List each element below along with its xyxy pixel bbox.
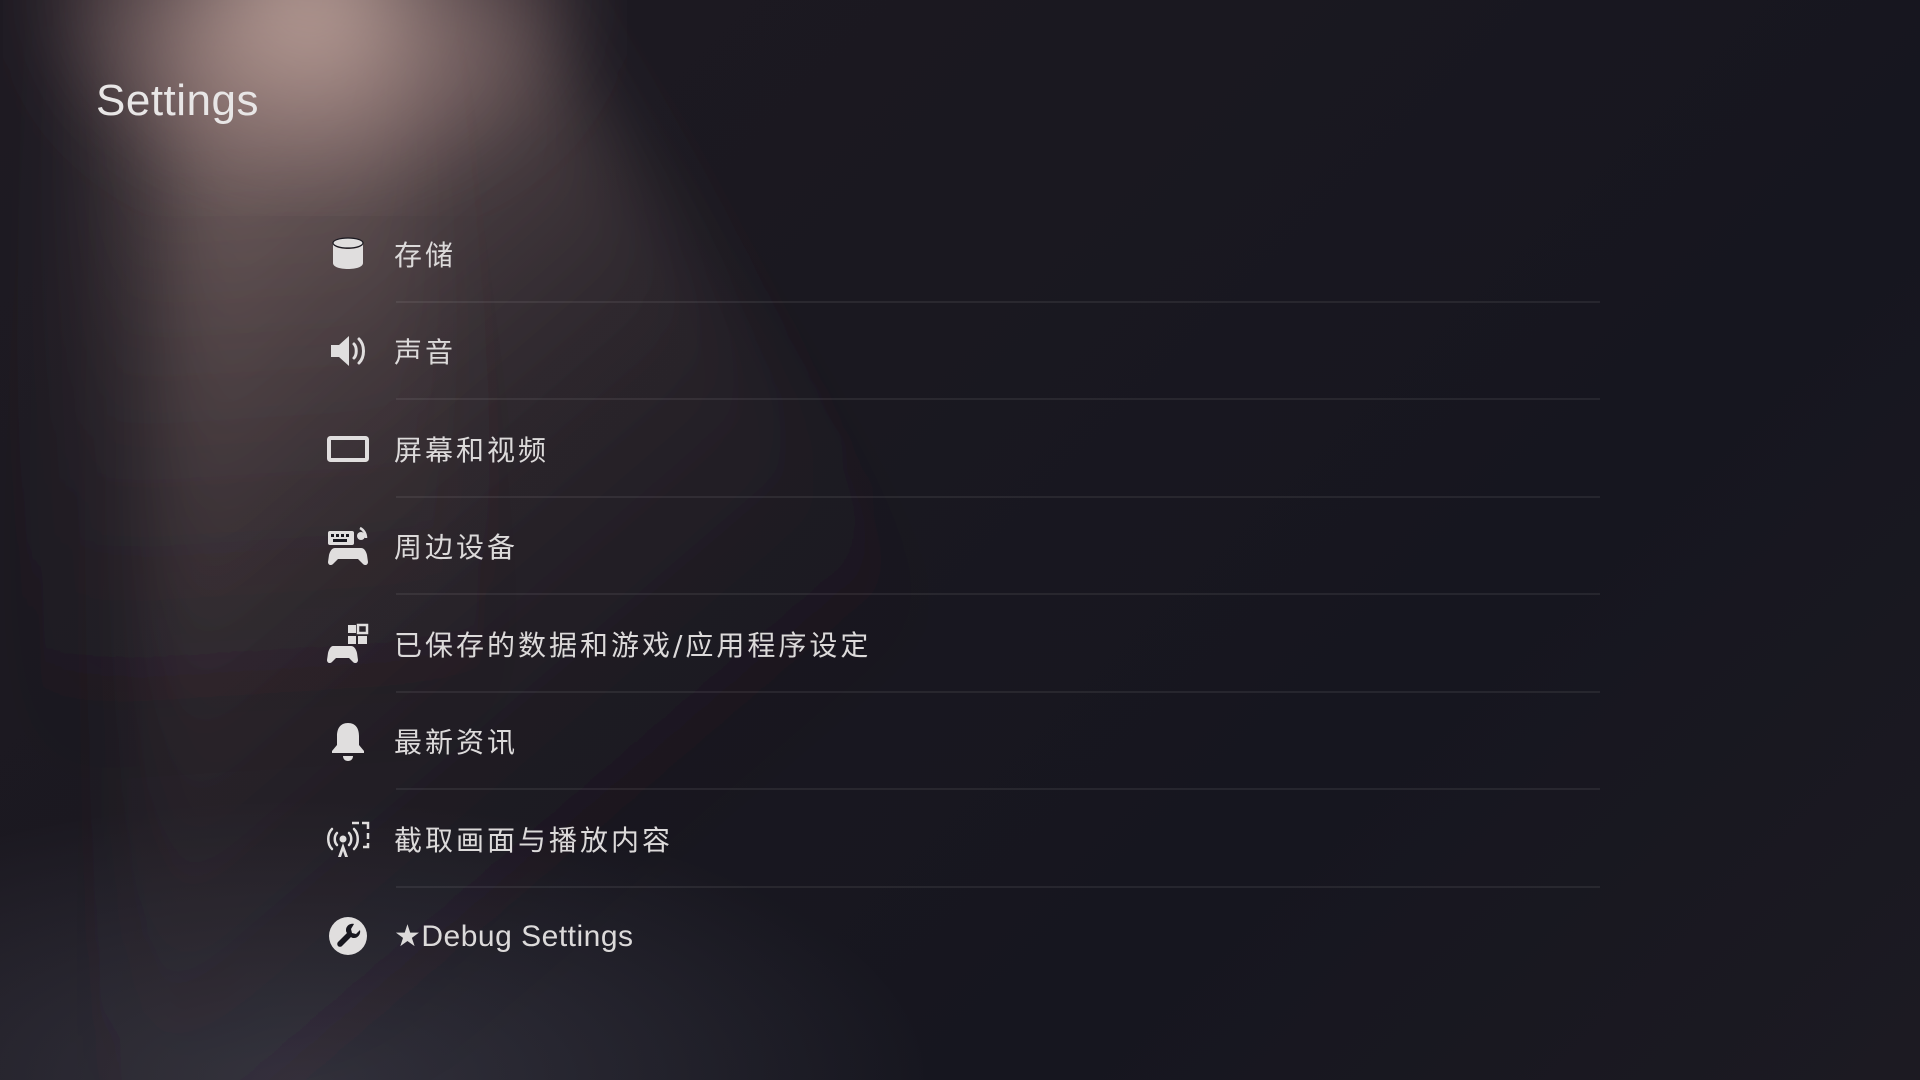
bell-icon [320,713,376,769]
screen-icon [320,421,376,477]
settings-menu: 存储 声音 屏幕和视频 周边设备 已保存的数据和游戏/应用程序设定 最新资讯 截… [320,205,1600,985]
menu-item-notifications[interactable]: 最新资讯 [320,693,1600,790]
saved-data-icon [320,616,376,672]
settings-screen: Settings 存储 声音 屏幕和视频 周边设备 已保存的数据和游戏/应用程序… [0,0,1920,1080]
menu-item-saved-data[interactable]: 已保存的数据和游戏/应用程序设定 [320,595,1600,693]
speaker-icon [320,323,376,379]
wrench-icon [320,908,376,964]
menu-item-label: 已保存的数据和游戏/应用程序设定 [394,628,872,662]
menu-item-peripherals[interactable]: 周边设备 [320,498,1600,595]
menu-item-label: 截取画面与播放内容 [394,823,674,857]
menu-item-label: 最新资讯 [394,726,519,760]
peripherals-icon [320,518,376,574]
capture-broadcast-icon [320,811,376,867]
storage-icon [320,226,376,282]
menu-item-screen-video[interactable]: 屏幕和视频 [320,400,1600,498]
menu-item-label: 周边设备 [394,531,519,565]
menu-item-debug-settings[interactable]: ★Debug Settings [320,888,1600,986]
menu-item-storage[interactable]: 存储 [320,205,1600,303]
menu-item-sound[interactable]: 声音 [320,303,1600,400]
menu-item-label: ★Debug Settings [394,919,634,953]
page-title: Settings [96,76,259,125]
menu-item-label: 存储 [394,238,457,272]
menu-item-captures-broadcasts[interactable]: 截取画面与播放内容 [320,790,1600,888]
menu-item-label: 声音 [394,336,457,370]
menu-item-label: 屏幕和视频 [394,433,550,467]
